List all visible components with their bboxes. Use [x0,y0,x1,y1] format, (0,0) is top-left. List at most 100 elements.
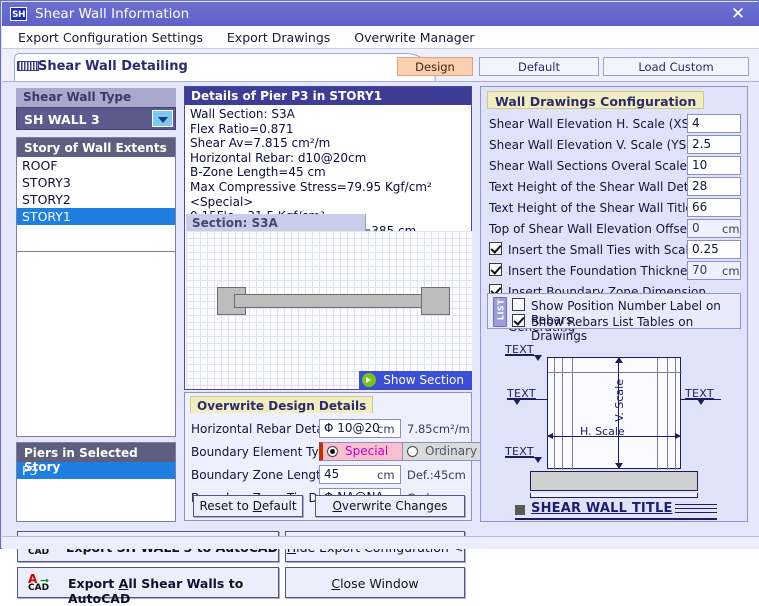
v-scale-input[interactable]: 2.5 [687,135,741,154]
left-panel-spacer [16,252,176,437]
list-badge-icon: LIST [493,297,507,327]
play-icon [362,373,376,387]
window-title: Shear Wall Information [35,6,189,22]
field-row-elevation-offset: Top of Shear Wall Elevation Offset 0 cm [489,219,741,239]
h-scale-label: Shear Wall Elevation H. Scale (XS) [489,117,694,131]
reset-to-default-button[interactable]: Reset to Default [193,495,303,517]
v-scale-label: Shear Wall Elevation V. Scale (YS) [489,138,691,152]
default-configuration-button[interactable]: Default Configuration [479,57,599,76]
list-item[interactable]: STORY1 [17,208,175,225]
boundary-zone-length-unit: cm [377,468,395,482]
boundary-element-type-row: Boundary Element Type: Special Ordinary [191,442,467,462]
boundary-element-type-label: Boundary Element Type: [191,445,338,459]
foundation-thickness-unit: cm [722,264,740,278]
close-window-label: Close Window [286,576,464,591]
show-section-button[interactable]: Show Section [359,371,472,389]
pier-details-panel: Details of Pier P3 in STORY1 Wall Sectio… [184,86,472,390]
wall-drawings-configuration-panel: Wall Drawings Configuration Shear Wall E… [480,86,748,522]
checkbox-show-position-number[interactable] [512,298,525,311]
h-scale-input[interactable]: 4 [687,114,741,133]
text-height-titles-label: Text Height of the Shear Wall Titles [489,201,699,215]
list-badge-label: LIST [497,296,506,324]
shear-wall-type-dropdown[interactable]: SH WALL 3 [16,107,176,130]
field-row-v-scale: Shear Wall Elevation V. Scale (YS) 2.5 [489,135,741,155]
horizontal-rebar-unit: cm [377,422,395,436]
detail-line: Max Compressive Stress=79.95 Kgf/cm² <Sp… [190,180,466,209]
v-scale-dimension-label: V. Scale [613,379,626,422]
diagram-foundation-base [530,493,698,498]
status-bar [2,536,759,549]
diagram-foundation [530,471,698,491]
list-item[interactable]: ROOF [17,157,175,174]
small-ties-scale-input[interactable]: 0.25 [687,240,741,259]
sections-overall-scale-label: Shear Wall Sections Overal Scale [489,159,687,173]
menu-item-export-configuration-settings[interactable]: Export Configuration Settings [6,28,215,47]
shear-wall-type-label: Shear Wall Type [16,88,176,107]
close-icon[interactable]: ✕ [727,4,749,24]
section-label: Section: S3A [186,214,366,231]
overwrite-design-details-panel: Overwrite Design Details Horizontal Reba… [184,392,472,521]
reset-label-post: efault [262,499,297,513]
boundary-zone-right [421,287,450,315]
radio-special-icon [327,446,338,457]
shear-wall-information-window: SH Shear Wall Information ✕ Export Confi… [0,0,759,549]
overwrite-changes-button[interactable]: Overwrite Changes [315,495,465,517]
boundary-zone-length-note: Def.:45cm [407,468,466,482]
checkbox-show-rebars-list-tables[interactable] [512,314,525,327]
elevation-offset-label: Top of Shear Wall Elevation Offset [489,222,692,236]
rebar-list-options-group: LIST Show Position Number Label on Rebar… [487,293,741,329]
boundary-zone-length-label: Boundary Zone Length: [191,468,332,482]
shear-wall-diagram: TEXT TEXT TEXT TEXT H. Scale [485,335,743,519]
ruler-icon [17,61,39,71]
section-drawing-canvas[interactable]: Show Section [186,231,472,389]
boundary-type-ordinary-option[interactable]: Ordinary [402,442,488,461]
foundation-thickness-label: Insert the Foundation Thickness [508,264,700,278]
design-config-button[interactable]: Design Config [397,57,473,76]
overwrite-label-post: verwrite Changes [342,499,448,513]
show-section-label: Show Section [383,373,464,387]
menu-item-overwrite-manager[interactable]: Overwrite Manager [342,28,486,47]
cad-export-all-icon: A ➞ CAD [28,573,58,594]
pier-details-header: Details of Pier P3 in STORY1 [185,87,471,105]
sections-overall-scale-input[interactable]: 10 [687,156,741,175]
list-item[interactable]: STORY3 [17,174,175,191]
horizontal-rebar-row: Horizontal Rebar Details: Φ 10@20 cm 7.8… [191,419,467,439]
list-item[interactable]: STORY2 [17,191,175,208]
title-marker-icon [515,505,525,515]
horizontal-rebar-note: 7.85cm²/m [407,422,470,436]
detail-line: Shear Av=7.815 cm²/m [190,136,466,151]
title-bar: SH Shear Wall Information ✕ [2,2,759,26]
checkbox-row-foundation-thickness: Insert the Foundation Thickness 70 cm [489,261,741,281]
chevron-down-icon[interactable] [152,110,173,127]
tab-label: Shear Wall Detailing [38,59,188,74]
story-of-wall-extents-list[interactable]: Story of Wall Extents ROOF STORY3 STORY2… [16,137,176,252]
wall-drawings-configuration-header: Wall Drawings Configuration [487,91,704,109]
diagram-title: SHEAR WALL TITLE [531,501,673,516]
load-custom-configuration-button[interactable]: Load Custom Configuration [603,57,749,76]
piers-in-selected-story-list[interactable]: Piers in Selected Story P3 [16,442,176,522]
boundary-type-special-option[interactable]: Special [319,442,403,461]
checkbox-row-rebars-list-tables: Show Rebars List Tables on Drawings [512,312,740,332]
radio-ordinary-icon [407,446,418,457]
boundary-zone-length-row: Boundary Zone Length: 45 cm Def.:45cm [191,465,467,485]
overwrite-design-details-header: Overwrite Design Details [190,396,373,413]
text-height-titles-input[interactable]: 66 [687,198,741,217]
menu-item-export-drawings[interactable]: Export Drawings [215,28,342,47]
boundary-special-label: Special [345,444,388,458]
checkbox-row-small-ties: Insert the Small Ties with Scale 0.25 [489,240,741,260]
main-content: Shear Wall Type SH WALL 3 Story of Wall … [2,81,759,536]
overwrite-label-accel: O [332,499,341,513]
text-height-detail-input[interactable]: 28 [687,177,741,196]
reset-label-accel: D [253,499,262,513]
field-row-h-scale: Shear Wall Elevation H. Scale (XS) 4 [489,114,741,134]
close-window-button[interactable]: Close Window [285,567,465,598]
menu-bar: Export Configuration Settings Export Dra… [2,26,759,49]
detail-line: B-Zone Length=45 cm [190,165,466,180]
detail-line: Horizontal Rebar: d10@20cm [190,151,466,166]
field-row-text-height-detail: Text Height of the Shear Wall Detail 28 [489,177,741,197]
export-all-shear-walls-to-autocad-button[interactable]: A ➞ CAD Export All Shear Walls to AutoCA… [17,567,279,598]
app-icon: SH [10,7,27,21]
checkbox-foundation-thickness[interactable] [489,263,502,276]
checkbox-small-ties[interactable] [489,242,502,255]
detail-line: Flex Ratio=0.871 [190,122,466,137]
